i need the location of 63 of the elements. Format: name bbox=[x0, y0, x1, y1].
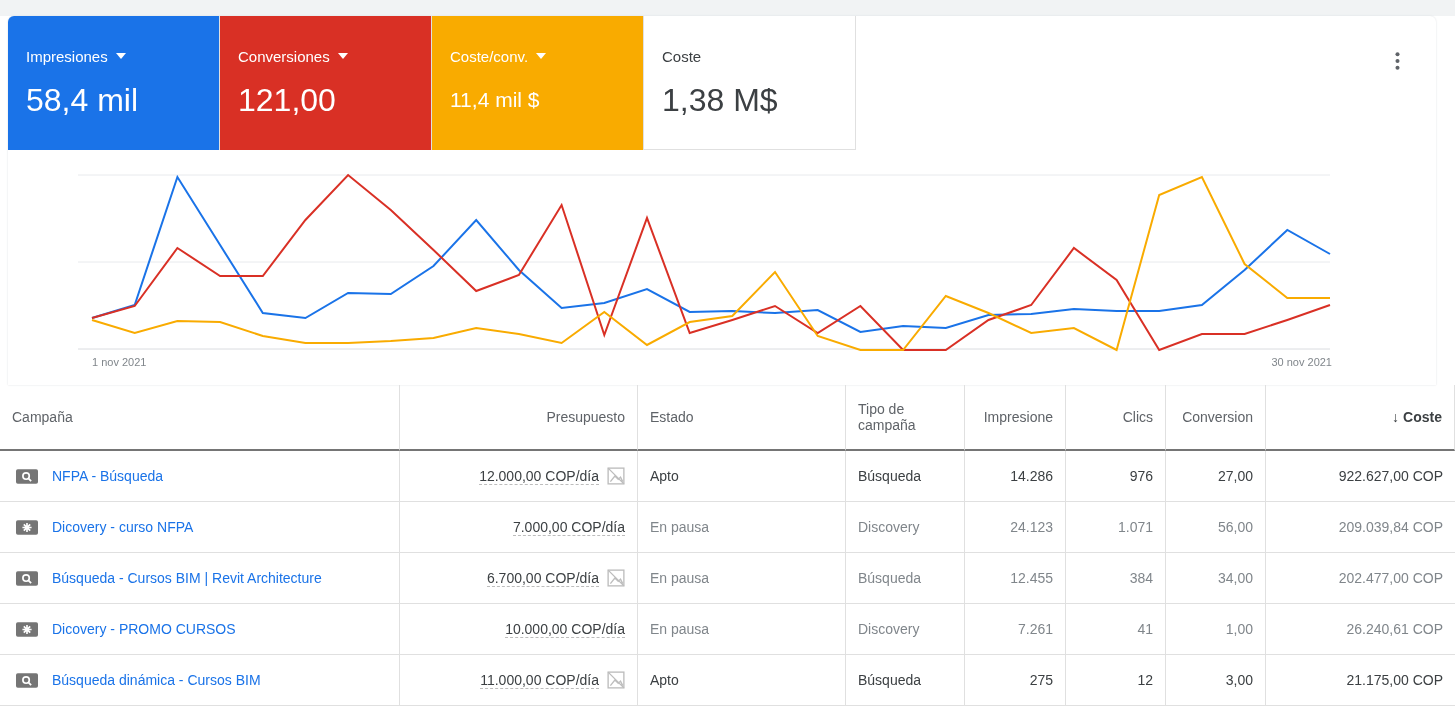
axis-label: 30 nov 2021 bbox=[1271, 356, 1332, 368]
table-cell: 1.071 bbox=[1117, 519, 1153, 535]
table-cell: 11.000,00 COP/día bbox=[480, 671, 599, 689]
metric-tile[interactable]: Coste 1,38 M$ bbox=[644, 16, 856, 150]
metric-label: Conversiones bbox=[238, 47, 330, 65]
campaign-link[interactable]: Dicovery - curso NFPA bbox=[52, 519, 194, 535]
table-cell: 202.477,00 COP bbox=[1338, 570, 1443, 586]
table-cell: 7.261 bbox=[1017, 621, 1053, 637]
table-cell: 1,00 bbox=[1225, 621, 1253, 637]
campaign-link[interactable]: NFPA - Búsqueda bbox=[52, 468, 164, 484]
table-cell: 12.455 bbox=[1010, 570, 1053, 586]
column-header[interactable]: Conversion bbox=[1166, 385, 1266, 451]
metric-value: 11,4 mil $ bbox=[450, 88, 541, 112]
table-cell: 384 bbox=[1129, 570, 1153, 586]
table-cell: En pausa bbox=[650, 570, 710, 586]
table-cell: 976 bbox=[1129, 468, 1153, 484]
metric-value: 1,38 M$ bbox=[662, 82, 779, 119]
campaign-link[interactable]: Búsqueda - Cursos BIM | Revit Architecture bbox=[52, 570, 322, 586]
table-cell: En pausa bbox=[650, 621, 710, 637]
column-header[interactable]: Clics bbox=[1066, 385, 1166, 451]
table-cell: 10.000,00 COP/día bbox=[505, 620, 625, 638]
metric-value: 121,00 bbox=[238, 82, 337, 119]
table-cell: 209.039,84 COP bbox=[1338, 519, 1443, 535]
table-cell: Búsqueda bbox=[858, 672, 922, 688]
table-cell: 26.240,61 COP bbox=[1346, 621, 1443, 637]
column-header[interactable]: Estado bbox=[638, 385, 846, 451]
metric-label: Impresiones bbox=[26, 47, 108, 65]
table-cell: Apto bbox=[650, 468, 679, 484]
table-cell: Búsqueda bbox=[858, 570, 922, 586]
axis-label: 1 nov 2021 bbox=[92, 356, 147, 368]
sort-arrow: ↓ bbox=[1392, 409, 1400, 425]
campaign-link[interactable]: Búsqueda dinámica - Cursos BIM bbox=[52, 672, 261, 688]
campaign-link[interactable]: Dicovery - PROMO CURSOS bbox=[52, 621, 236, 637]
table-cell: Apto bbox=[650, 672, 679, 688]
table-cell: 27,00 bbox=[1217, 468, 1253, 484]
table-cell: 6.700,00 COP/día bbox=[486, 569, 599, 587]
table-cell: 24.123 bbox=[1010, 519, 1053, 535]
metric-label: Coste/conv. bbox=[450, 47, 529, 65]
metric-tile[interactable]: Impresiones 58,4 mil bbox=[8, 16, 220, 150]
table-cell: 41 bbox=[1137, 621, 1153, 637]
table-cell: Discovery bbox=[858, 519, 920, 535]
metric-label: Coste bbox=[662, 47, 702, 65]
table-cell: Búsqueda bbox=[858, 468, 922, 484]
column-header[interactable]: Tipo de campaña bbox=[846, 385, 965, 451]
table-cell: 7.000,00 COP/día bbox=[512, 518, 625, 536]
more-options-icon[interactable] bbox=[1395, 52, 1400, 70]
column-header[interactable]: Impresione bbox=[965, 385, 1066, 451]
table-cell: 275 bbox=[1029, 672, 1053, 688]
metric-tile[interactable]: Conversiones 121,00 bbox=[220, 16, 432, 150]
table-cell: 12.000,00 COP/día bbox=[479, 467, 599, 485]
column-header[interactable]: ↓ Coste bbox=[1266, 385, 1455, 451]
table-cell: 34,00 bbox=[1217, 570, 1253, 586]
table-cell: En pausa bbox=[650, 519, 710, 535]
column-header[interactable]: Campaña bbox=[0, 385, 400, 451]
column-header[interactable]: Presupuesto bbox=[400, 385, 638, 451]
metric-value: 58,4 mil bbox=[26, 82, 140, 119]
table-cell: 21.175,00 COP bbox=[1346, 672, 1443, 688]
table-cell: 12 bbox=[1137, 672, 1153, 688]
table-cell: Discovery bbox=[858, 621, 920, 637]
table-cell: 56,00 bbox=[1217, 519, 1253, 535]
table-cell: 14.286 bbox=[1010, 468, 1053, 484]
table-cell: 3,00 bbox=[1225, 672, 1253, 688]
table-cell: 922.627,00 COP bbox=[1338, 468, 1443, 484]
